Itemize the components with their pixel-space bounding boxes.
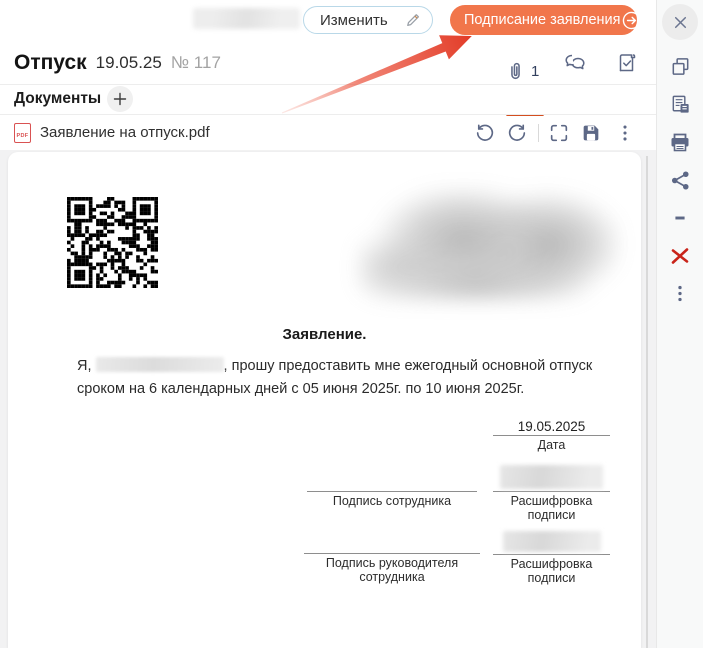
manager-signature-block: Подпись руководителя сотрудника	[304, 553, 480, 584]
manager-signature-label: Подпись руководителя сотрудника	[304, 554, 480, 584]
title-bar: Отпуск 19.05.25 № 117 1	[0, 40, 656, 85]
copy-content-button[interactable]	[668, 92, 692, 116]
save-button[interactable]	[580, 122, 602, 144]
close-button[interactable]	[662, 4, 698, 40]
employee-signature-block: Подпись сотрудника	[307, 491, 477, 508]
paperclip-icon	[504, 60, 527, 83]
blurred-manager-name	[503, 531, 601, 552]
edit-button-label: Изменить	[320, 12, 388, 29]
documents-label: Документы	[14, 90, 101, 108]
qr-code	[67, 197, 158, 288]
edit-button[interactable]: Изменить	[303, 6, 433, 34]
pencil-icon	[404, 11, 422, 29]
pdf-page: Заявление. Я, , прошу предоставить мне е…	[8, 152, 641, 648]
add-document-button[interactable]	[107, 86, 133, 112]
rotate-left-button[interactable]	[474, 122, 496, 144]
app-window: Изменить Подписание заявления Отпуск 19.…	[0, 0, 703, 648]
document-date: 19.05.25	[96, 53, 162, 73]
employee-decode-label: Расшифровка подписи	[493, 492, 610, 522]
manager-decode-label: Расшифровка подписи	[493, 555, 610, 585]
arrow-right-circle-icon	[621, 10, 642, 31]
employee-signature-label: Подпись сотрудника	[307, 492, 477, 508]
more-button[interactable]	[668, 282, 692, 306]
delete-cross-icon	[668, 244, 692, 268]
document-number: № 117	[171, 53, 221, 73]
toolbar-divider	[538, 124, 539, 142]
blurred-name	[96, 357, 224, 372]
plus-icon	[112, 91, 128, 107]
print-icon	[668, 130, 692, 154]
copy-icon	[669, 55, 692, 78]
action-bar: Изменить Подписание заявления	[0, 0, 656, 40]
pdf-viewer: Заявление. Я, , прошу предоставить мне е…	[0, 150, 656, 648]
documents-bar: Документы	[0, 85, 656, 115]
sign-request-button[interactable]: Подписание заявления	[450, 5, 637, 35]
date-block: 19.05.2025 Дата	[493, 419, 610, 452]
page-title: Отпуск	[14, 51, 87, 75]
share-button[interactable]	[668, 168, 692, 192]
pdf-toolbar: PDF Заявление на отпуск.pdf	[0, 116, 656, 150]
date-value: 19.05.2025	[493, 419, 610, 436]
sign-request-label: Подписание заявления	[464, 12, 621, 28]
statement-title: Заявление.	[8, 326, 641, 343]
tab-comments[interactable]	[561, 49, 589, 77]
comments-icon	[561, 49, 589, 77]
minimize-icon	[669, 207, 691, 229]
share-icon	[669, 169, 692, 192]
statement-body: Я, , прошу предоставить мне ежегодный ос…	[77, 355, 634, 401]
print-button[interactable]	[668, 130, 692, 154]
more-dots-icon	[669, 283, 691, 305]
copy-button[interactable]	[668, 54, 692, 78]
document-title-group: Отпуск 19.05.25 № 117	[14, 40, 221, 85]
masked-user-chip	[193, 8, 300, 29]
pdf-more-button[interactable]	[614, 122, 636, 144]
attachments-count: 1	[531, 63, 539, 80]
copy-content-icon	[669, 93, 692, 116]
delete-button[interactable]	[668, 244, 692, 268]
statement-body-prefix: Я,	[77, 358, 92, 374]
pdf-badge: PDF	[17, 133, 29, 139]
signature-scroll-icon	[613, 49, 641, 77]
pdf-filename: Заявление на отпуск.pdf	[40, 124, 210, 141]
tab-signing[interactable]	[613, 49, 641, 77]
blurred-stamp-area	[358, 188, 620, 300]
close-icon	[672, 14, 689, 31]
pdf-file-icon: PDF	[14, 123, 31, 143]
rotate-right-button[interactable]	[506, 122, 528, 144]
viewer-scrollbar[interactable]	[646, 156, 648, 648]
manager-decode-block: Расшифровка подписи	[493, 531, 610, 585]
date-label: Дата	[493, 436, 610, 452]
minimize-button[interactable]	[668, 206, 692, 230]
fullscreen-button[interactable]	[548, 122, 570, 144]
right-toolbar	[656, 0, 703, 648]
employee-decode-block: Расшифровка подписи	[493, 465, 610, 522]
blurred-employee-name	[500, 465, 603, 489]
